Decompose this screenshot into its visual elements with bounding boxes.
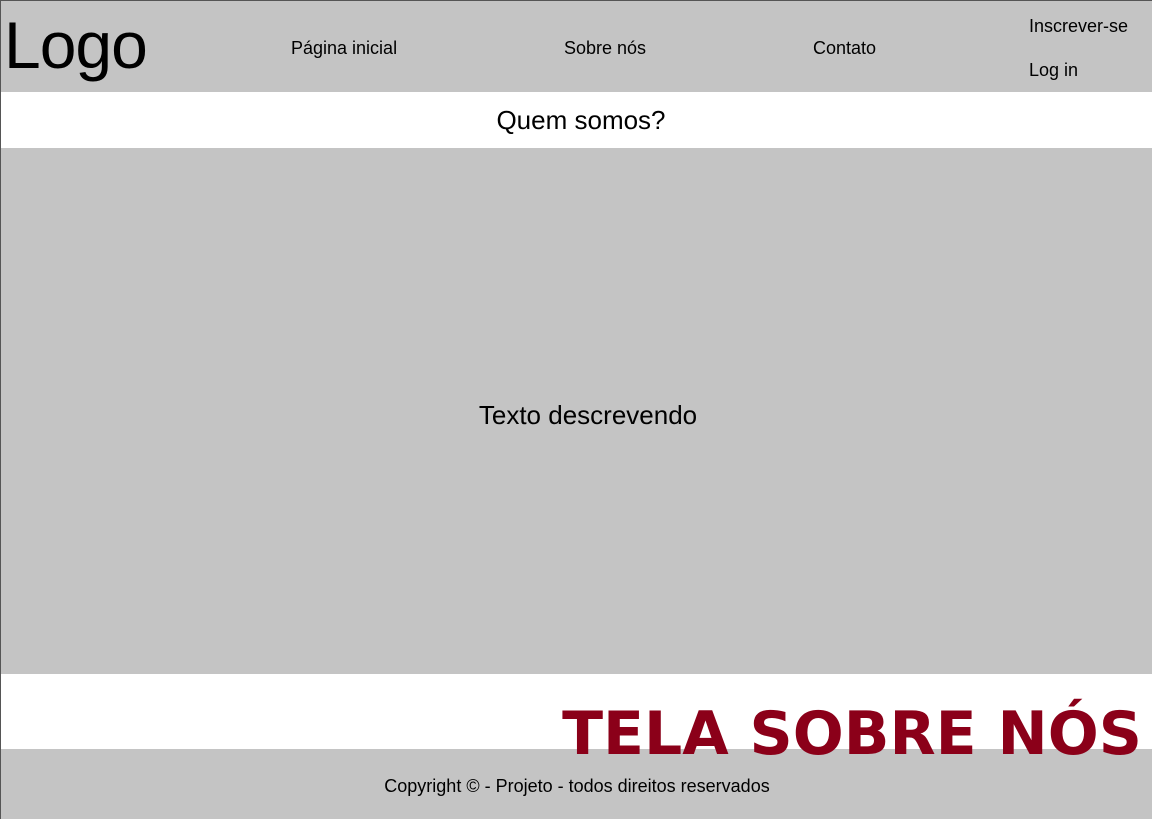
copyright-text: Copyright © - Projeto - todos direitos r…: [384, 776, 770, 796]
section-heading-bar: Quem somos?: [1, 92, 1152, 148]
page-title: Quem somos?: [496, 105, 666, 135]
nav-link-contact[interactable]: Contato: [813, 37, 876, 59]
description-text: Texto descrevendo: [478, 399, 698, 430]
screen-title-label: TELA SOBRE NÓS: [562, 699, 1142, 769]
top-header: Logo Página inicial Sobre nós Contato In…: [1, 1, 1152, 92]
signup-link[interactable]: Inscrever-se: [1029, 15, 1128, 37]
page-frame: Logo Página inicial Sobre nós Contato In…: [0, 0, 1152, 819]
login-link[interactable]: Log in: [1029, 59, 1078, 81]
content-area: Texto descrevendo: [1, 148, 1152, 674]
nav-link-home[interactable]: Página inicial: [291, 37, 397, 59]
logo[interactable]: Logo: [4, 5, 148, 85]
nav-link-about[interactable]: Sobre nós: [564, 37, 646, 59]
